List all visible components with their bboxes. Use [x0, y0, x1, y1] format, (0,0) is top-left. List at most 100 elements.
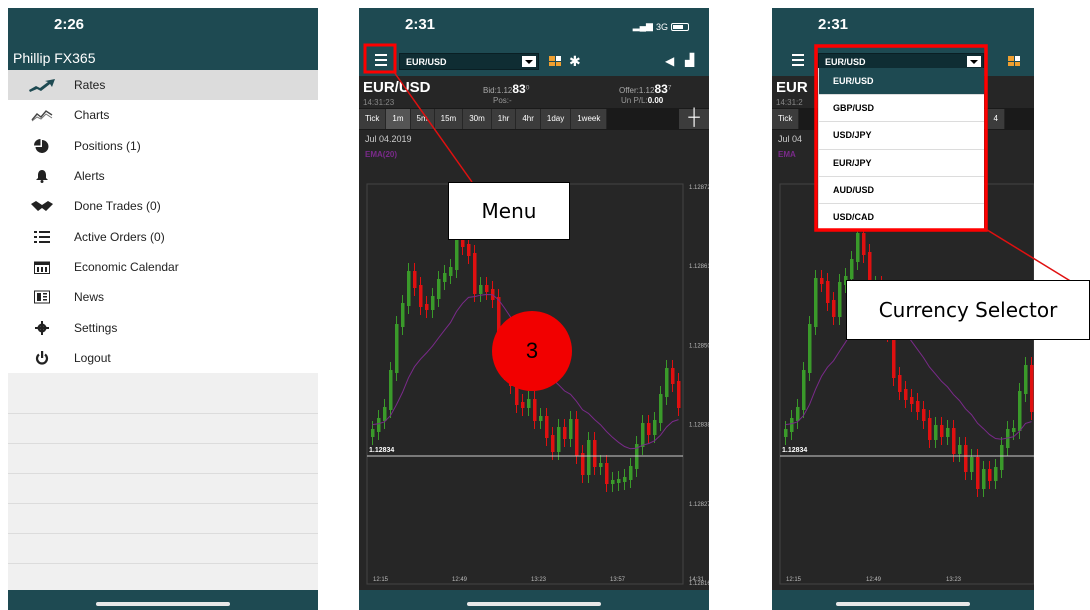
dropdown-option-eurjpy[interactable]: EUR/JPY	[819, 150, 984, 177]
menu-item-alerts[interactable]: Alerts	[8, 161, 318, 191]
candle	[910, 397, 914, 404]
crosshair-icon[interactable]: ┼	[679, 109, 709, 129]
menu-item-settings[interactable]: Settings	[8, 312, 318, 342]
candle	[898, 375, 902, 392]
menu-item-active-orders[interactable]: Active Orders (0)	[8, 221, 318, 251]
gear-icon	[24, 318, 60, 338]
candle	[904, 389, 908, 400]
charts-icon	[24, 105, 60, 125]
timeframe-tick[interactable]: Tick	[359, 109, 387, 129]
candle	[599, 463, 603, 467]
timeframe-4hr[interactable]: 4hr	[516, 109, 541, 129]
bell-icon	[24, 166, 60, 186]
timeframe-30m[interactable]: 30m	[463, 109, 492, 129]
candle	[952, 428, 956, 454]
candle	[473, 253, 477, 294]
layout-grid-icon[interactable]	[1008, 56, 1020, 66]
candle	[784, 429, 788, 437]
bottom-bar	[8, 590, 318, 610]
menu-callout: Menu	[448, 182, 570, 240]
x-tick-label: 12:49	[452, 577, 468, 583]
candle	[1030, 365, 1034, 412]
menu-hamburger-icon[interactable]	[375, 54, 387, 66]
home-indicator[interactable]	[96, 602, 230, 606]
timeframe-bar: Tick 1m 5m 15m 30m 1hr 4hr 1day 1week ┼	[359, 108, 709, 130]
candle	[623, 477, 627, 482]
menu-label: Active Orders (0)	[74, 229, 165, 244]
candle	[443, 273, 447, 282]
menu-hamburger-icon[interactable]	[792, 54, 804, 66]
dropdown-option-audusd[interactable]: AUD/USD	[819, 177, 984, 204]
candle	[431, 296, 435, 310]
y-tick-label: 1.12861	[689, 264, 709, 270]
candle	[647, 423, 651, 435]
candle	[964, 445, 968, 472]
gear-icon[interactable]: ✱	[569, 54, 581, 68]
candle	[856, 233, 860, 262]
bottom-bar	[772, 590, 1034, 610]
x-tick-label: 12:49	[866, 577, 882, 583]
quote-row: EUR/USD 14:31:23 Bid:1.12830 Pos:- Offer…	[359, 76, 709, 108]
timeframe-tick[interactable]: Tick	[772, 109, 800, 129]
status-bar: 2:31	[772, 8, 1034, 46]
newspaper-icon	[24, 287, 60, 307]
candle	[994, 467, 998, 481]
menu-label: Settings	[74, 320, 118, 335]
menu-item-rates[interactable]: Rates	[8, 70, 318, 101]
announcement-icon[interactable]: ◀	[665, 54, 674, 68]
candle	[533, 399, 537, 421]
menu-empty-rows	[8, 384, 318, 590]
timeframe-4hr[interactable]: 4	[987, 109, 1005, 129]
candle	[976, 457, 980, 489]
menu-item-done-trades[interactable]: Done Trades (0)	[8, 191, 318, 221]
candle	[970, 457, 974, 472]
candle	[802, 370, 806, 410]
side-menu: Rates Charts Positions (1) Alerts Done T…	[8, 70, 318, 373]
candle	[401, 303, 405, 327]
menu-label: News	[74, 290, 105, 305]
menu-label: Done Trades (0)	[74, 199, 161, 214]
timeframe-1day[interactable]: 1day	[540, 109, 572, 129]
timeframe-5m[interactable]: 5m	[410, 109, 435, 129]
home-indicator[interactable]	[467, 602, 601, 606]
timeframe-1week[interactable]: 1week	[571, 109, 608, 129]
dropdown-option-gbpusd[interactable]: GBP/USD	[819, 95, 984, 123]
menu-item-economic-calendar[interactable]: Economic Calendar	[8, 252, 318, 282]
candle	[934, 425, 938, 440]
home-indicator[interactable]	[836, 602, 970, 606]
quote-time: 14:31:23	[363, 98, 395, 107]
dropdown-option-usdcad[interactable]: USD/CAD	[819, 204, 984, 232]
candle	[832, 300, 836, 317]
list-icon	[24, 227, 60, 247]
dropdown-option-eurusd[interactable]: EUR/USD	[819, 68, 984, 96]
power-icon	[24, 348, 60, 368]
currency-pair-select[interactable]: EUR/USD	[399, 53, 539, 70]
price-line-label: 1.12834	[369, 447, 394, 454]
dropdown-option-usdjpy[interactable]: USD/JPY	[819, 122, 984, 150]
status-time: 2:31	[818, 16, 849, 33]
handshake-icon	[24, 196, 60, 216]
candle	[814, 278, 818, 327]
candle	[587, 440, 591, 475]
battery-icon	[671, 22, 689, 31]
timeframe-1hr[interactable]: 1hr	[491, 109, 517, 129]
candle	[958, 445, 962, 454]
menu-item-logout[interactable]: Logout	[8, 343, 318, 373]
layout-grid-icon[interactable]	[549, 56, 561, 66]
status-bar: 2:26	[8, 8, 318, 46]
timeframe-1m[interactable]: 1m	[386, 109, 411, 129]
y-tick-label: 1.12827	[689, 502, 709, 508]
candle	[659, 394, 663, 423]
menu-item-charts[interactable]: Charts	[8, 100, 318, 130]
menu-item-news[interactable]: News	[8, 282, 318, 312]
currency-dropdown-list: EUR/USD GBP/USD USD/JPY EUR/JPY AUD/USD …	[818, 68, 984, 232]
account-icon[interactable]: ▟	[685, 53, 694, 67]
timeframe-15m[interactable]: 15m	[434, 109, 464, 129]
chevron-down-icon	[967, 56, 981, 67]
candle	[665, 368, 669, 397]
menu-label: Logout	[74, 350, 111, 365]
menu-item-positions[interactable]: Positions (1)	[8, 131, 318, 161]
position-label: Pos:-	[493, 96, 512, 105]
candle	[820, 278, 824, 284]
signal-icon: ▂▄▆	[632, 21, 653, 31]
